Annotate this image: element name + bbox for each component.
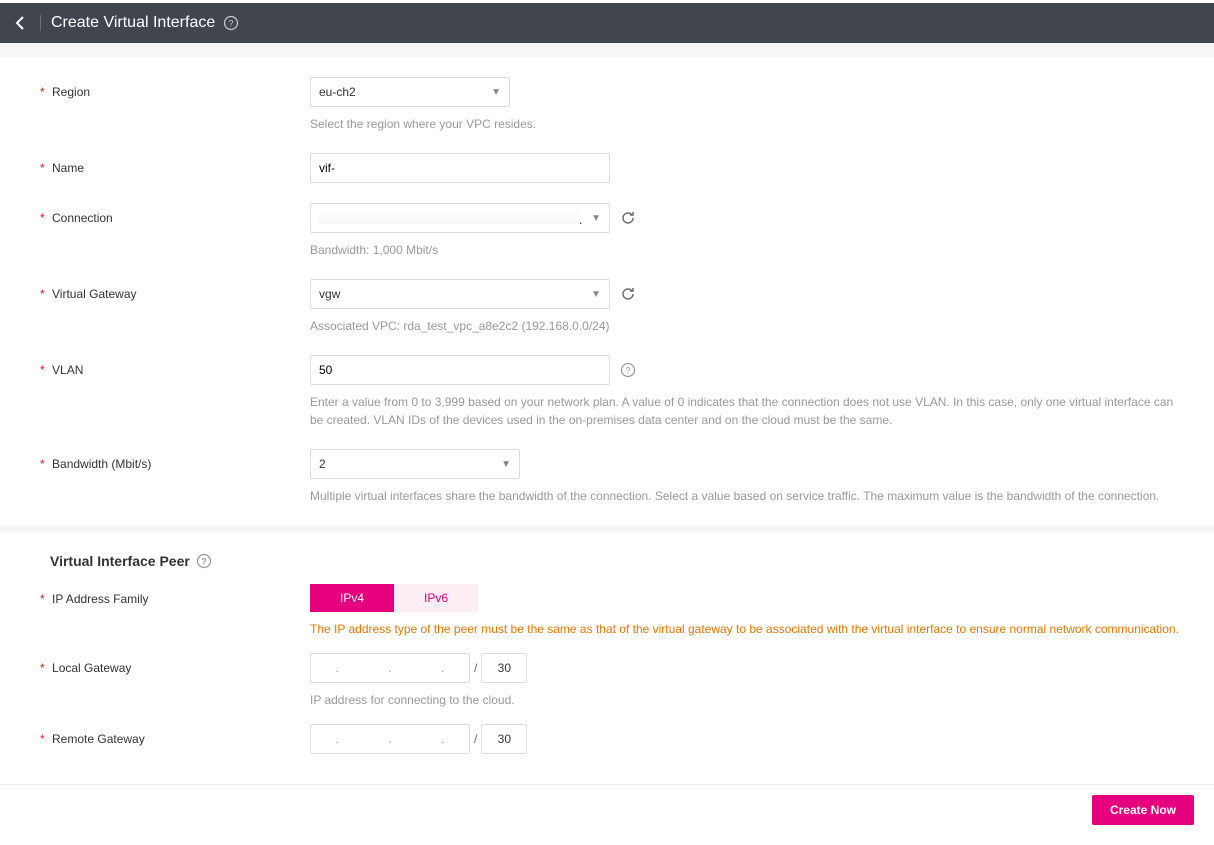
- chevron-down-icon: ▼: [491, 87, 501, 98]
- help-icon[interactable]: ?: [620, 362, 636, 378]
- section-title-text: Virtual Interface Peer: [50, 553, 190, 569]
- local-gateway-cidr-input[interactable]: 30: [481, 653, 527, 683]
- label-region: * Region: [40, 77, 310, 99]
- bandwidth-helper: Multiple virtual interfaces share the ba…: [310, 487, 1180, 505]
- local-gateway-ip-group: ... / 30: [310, 653, 527, 683]
- bandwidth-select[interactable]: 2 ▼: [310, 449, 520, 479]
- chevron-down-icon: ▼: [501, 459, 511, 470]
- local-gateway-helper: IP address for connecting to the cloud.: [310, 691, 1180, 709]
- row-name: * Name: [40, 153, 1214, 183]
- label-text: Region: [52, 85, 90, 99]
- virtual-gateway-select[interactable]: vgw ▼: [310, 279, 610, 309]
- remote-gateway-ip-group: ... / 30: [310, 724, 527, 754]
- vlan-helper: Enter a value from 0 to 3,999 based on y…: [310, 393, 1180, 429]
- label-text: Name: [52, 161, 84, 175]
- page-header: Create Virtual Interface ?: [0, 3, 1214, 43]
- row-ip-family: * IP Address Family IPv4 IPv6 The IP add…: [40, 584, 1214, 638]
- page-title: Create Virtual Interface: [51, 14, 215, 32]
- section-title-peer: Virtual Interface Peer ?: [50, 553, 1214, 569]
- virtual-gateway-value: vgw: [319, 287, 340, 301]
- row-remote-gateway: * Remote Gateway ... / 30: [40, 724, 1214, 754]
- svg-text:?: ?: [201, 557, 207, 567]
- row-connection: * Connection . ▼ Bandwidth: 1,000 Mbit/s: [40, 203, 1214, 259]
- row-virtual-gateway: * Virtual Gateway vgw ▼ Associated VPC: …: [40, 279, 1214, 335]
- region-select[interactable]: eu-ch2 ▼: [310, 77, 510, 107]
- create-now-button[interactable]: Create Now: [1092, 795, 1194, 825]
- back-icon[interactable]: [10, 13, 30, 33]
- chevron-down-icon: ▼: [591, 213, 601, 224]
- ipv6-option[interactable]: IPv6: [394, 584, 478, 612]
- required-marker: *: [40, 161, 45, 175]
- virtual-gateway-vpc-info: Associated VPC: rda_test_vpc_a8e2c2 (192…: [310, 317, 1180, 335]
- label-text: Local Gateway: [52, 661, 131, 675]
- connection-value: .: [319, 210, 582, 227]
- label-bandwidth: * Bandwidth (Mbit/s): [40, 449, 310, 471]
- required-marker: *: [40, 287, 45, 301]
- chevron-down-icon: ▼: [591, 289, 601, 300]
- row-region: * Region eu-ch2 ▼ Select the region wher…: [40, 77, 1214, 133]
- label-ip-family: * IP Address Family: [40, 584, 310, 606]
- ipv4-option[interactable]: IPv4: [310, 584, 394, 612]
- required-marker: *: [40, 211, 45, 225]
- help-icon[interactable]: ?: [223, 15, 239, 31]
- label-name: * Name: [40, 153, 310, 175]
- label-text: Virtual Gateway: [52, 287, 137, 301]
- header-divider: [40, 15, 41, 31]
- row-vlan: * VLAN ? Enter a value from 0 to 3,999 b…: [40, 355, 1214, 429]
- row-local-gateway: * Local Gateway ... / 30 IP address for …: [40, 653, 1214, 709]
- required-marker: *: [40, 592, 45, 606]
- bandwidth-value: 2: [319, 457, 326, 471]
- remote-gateway-cidr-input[interactable]: 30: [481, 724, 527, 754]
- gray-band: [0, 43, 1214, 57]
- section-divider: [0, 525, 1214, 533]
- refresh-icon[interactable]: [620, 210, 636, 226]
- label-local-gateway: * Local Gateway: [40, 653, 310, 675]
- help-icon[interactable]: ?: [196, 553, 212, 569]
- page-footer: Create Now: [0, 784, 1214, 834]
- required-marker: *: [40, 732, 45, 746]
- remote-gateway-ip-input[interactable]: ...: [310, 724, 470, 754]
- region-helper: Select the region where your VPC resides…: [310, 115, 1180, 133]
- name-input[interactable]: [310, 153, 610, 183]
- label-connection: * Connection: [40, 203, 310, 225]
- ip-slash: /: [474, 732, 477, 746]
- ip-family-toggle: IPv4 IPv6: [310, 584, 478, 612]
- ip-family-warning: The IP address type of the peer must be …: [310, 620, 1214, 638]
- form-content: * Region eu-ch2 ▼ Select the region wher…: [0, 57, 1214, 845]
- connection-bandwidth-info: Bandwidth: 1,000 Mbit/s: [310, 241, 1180, 259]
- row-bandwidth: * Bandwidth (Mbit/s) 2 ▼ Multiple virtua…: [40, 449, 1214, 505]
- region-value: eu-ch2: [319, 85, 356, 99]
- label-text: Bandwidth (Mbit/s): [52, 457, 151, 471]
- label-text: VLAN: [52, 363, 83, 377]
- vlan-input[interactable]: [310, 355, 610, 385]
- label-vlan: * VLAN: [40, 355, 310, 377]
- refresh-icon[interactable]: [620, 286, 636, 302]
- connection-select[interactable]: . ▼: [310, 203, 610, 233]
- ip-slash: /: [474, 661, 477, 675]
- svg-text:?: ?: [229, 19, 234, 29]
- label-text: Remote Gateway: [52, 732, 145, 746]
- required-marker: *: [40, 661, 45, 675]
- label-text: Connection: [52, 211, 113, 225]
- local-gateway-ip-input[interactable]: ...: [310, 653, 470, 683]
- required-marker: *: [40, 457, 45, 471]
- required-marker: *: [40, 85, 45, 99]
- required-marker: *: [40, 363, 45, 377]
- label-text: IP Address Family: [52, 592, 148, 606]
- label-remote-gateway: * Remote Gateway: [40, 724, 310, 746]
- label-virtual-gateway: * Virtual Gateway: [40, 279, 310, 301]
- svg-text:?: ?: [625, 366, 630, 376]
